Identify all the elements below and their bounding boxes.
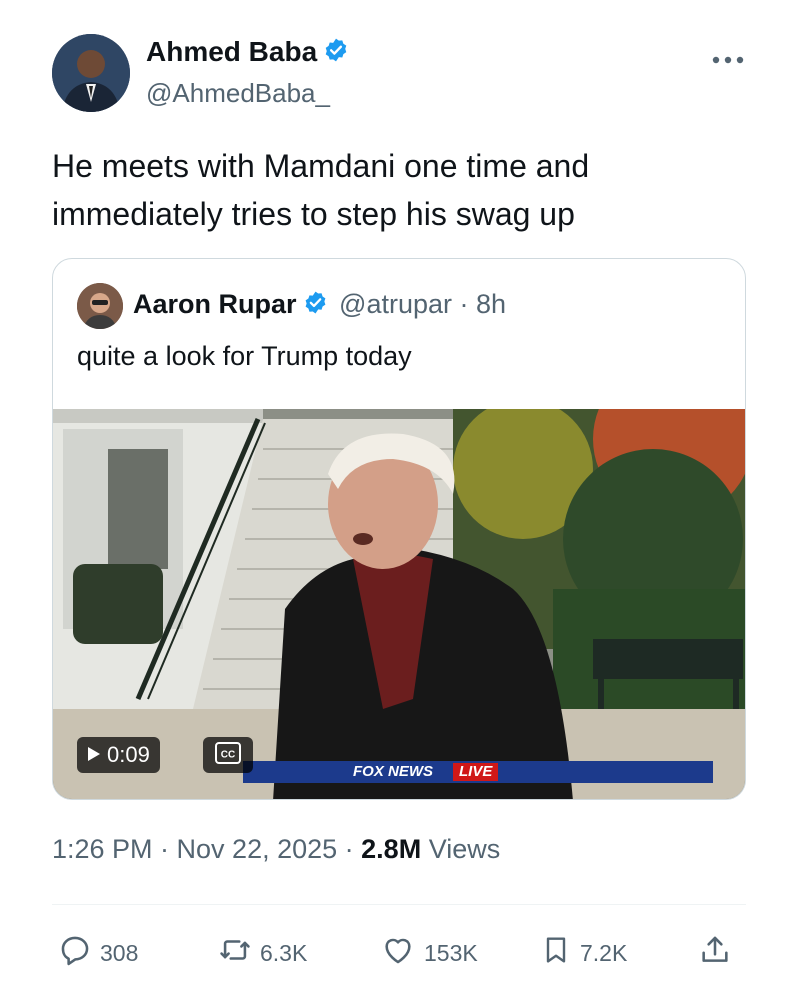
play-icon[interactable]: [87, 737, 101, 773]
verified-badge-icon: [323, 37, 349, 70]
heart-icon: [380, 933, 416, 973]
bookmark-count: 7.2K: [580, 939, 628, 966]
quoted-author-avatar[interactable]: [77, 283, 123, 329]
repost-icon: [218, 933, 252, 973]
share-icon: [698, 933, 732, 973]
repost-button[interactable]: 6.3K: [218, 928, 307, 978]
cc-icon: CC: [215, 741, 241, 769]
tweet-meta: 1:26 PM · Nov 22, 2025 · 2.8M Views: [52, 834, 500, 865]
quoted-tweet-text: quite a look for Trump today: [77, 341, 412, 371]
verified-badge-icon: [303, 290, 328, 322]
repost-count: 6.3K: [260, 939, 308, 966]
video-player[interactable]: FOX NEWS LIVE 0:09 CC: [53, 409, 745, 799]
ticker-live-badge: LIVE: [453, 763, 499, 781]
divider: [52, 904, 746, 905]
views-count: 2.8M: [361, 834, 422, 864]
author-handle[interactable]: @AhmedBaba_: [146, 78, 330, 109]
video-duration-pill[interactable]: 0:09: [77, 737, 160, 773]
action-bar: 308 6.3K 153K 7.2K: [58, 928, 748, 978]
svg-text:CC: CC: [221, 749, 235, 760]
reply-button[interactable]: 308: [58, 928, 138, 978]
views-label: Views: [421, 834, 501, 864]
like-count: 153K: [424, 939, 478, 966]
like-button[interactable]: 153K: [380, 928, 478, 978]
author-avatar[interactable]: [52, 34, 130, 112]
closed-captions-button[interactable]: CC: [203, 737, 253, 773]
quoted-author-handle[interactable]: @atrupar · 8h: [339, 289, 506, 319]
bookmark-icon: [540, 933, 572, 973]
quoted-tweet-card[interactable]: Aaron Rupar @atrupar · 8h quite a look f…: [52, 258, 746, 800]
reply-count: 308: [100, 939, 139, 966]
more-dots-icon[interactable]: [710, 40, 746, 74]
reply-icon: [58, 933, 92, 973]
tweet-timestamp[interactable]: 1:26 PM · Nov 22, 2025 ·: [52, 834, 361, 864]
quoted-author-name[interactable]: Aaron Rupar: [133, 289, 297, 319]
author-name[interactable]: Ahmed Baba: [146, 36, 317, 67]
tweet-text: He meets with Mamdani one time and immed…: [52, 148, 590, 232]
bookmark-button[interactable]: 7.2K: [540, 928, 627, 978]
video-duration: 0:09: [107, 742, 150, 767]
share-button[interactable]: [698, 928, 732, 978]
quoted-author-row[interactable]: Aaron Rupar @atrupar · 8h: [133, 289, 506, 322]
ticker-brand: FOX NEWS: [353, 763, 434, 780]
author-name-row[interactable]: Ahmed Baba: [146, 36, 349, 70]
